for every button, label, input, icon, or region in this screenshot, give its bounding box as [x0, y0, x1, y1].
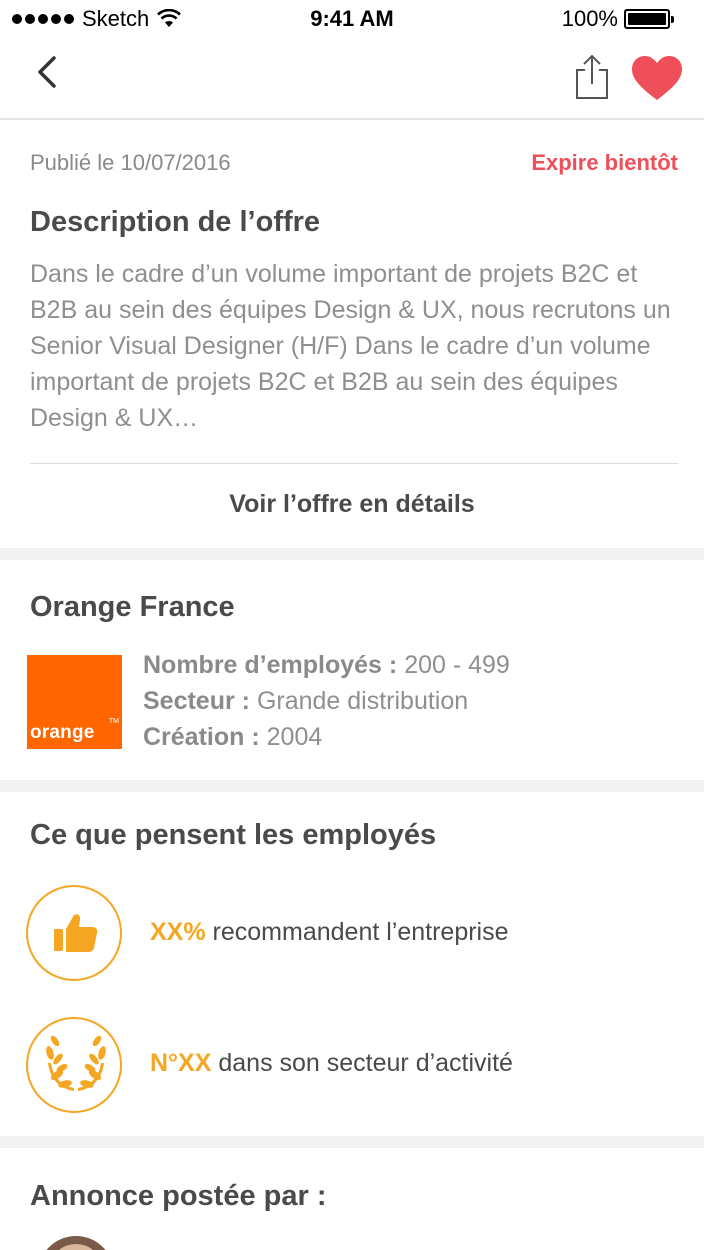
chevron-left-icon[interactable] [28, 52, 68, 96]
thumbs-up-badge [26, 885, 122, 981]
laurel-badge [26, 1017, 122, 1113]
rank-text: dans son secteur d’activité [218, 1049, 513, 1077]
employees-value: 200 - 499 [404, 651, 510, 679]
recommend-text: recommandent l’entreprise [212, 918, 509, 946]
heart-icon[interactable] [630, 54, 684, 104]
employees-label: Nombre d’employés : [143, 651, 398, 679]
rank-value: N°XX [150, 1049, 212, 1077]
recommend-stat: XX% recommandent l’entreprise [150, 918, 509, 947]
company-logo: orange TM [27, 655, 122, 749]
status-bar: Sketch 9:41 AM 100% [0, 0, 704, 40]
rank-stat: N°XX dans son secteur d’activité [150, 1049, 513, 1078]
published-date: Publié le 10/07/2016 [30, 150, 231, 175]
battery-percent: 100% [561, 6, 618, 31]
laurel-icon [46, 1035, 106, 1091]
section-separator [0, 548, 704, 560]
employees-opinion-title: Ce que pensent les employés [30, 819, 437, 851]
expire-badge: Expire bientôt [531, 150, 678, 175]
thumbs-up-icon [54, 914, 98, 952]
section-separator [0, 1136, 704, 1148]
divider [30, 463, 678, 464]
view-details-button[interactable]: Voir l’offre en détails [0, 490, 704, 519]
company-creation: Création : 2004 [143, 723, 322, 752]
navigation-bar [0, 40, 704, 120]
section-separator [0, 780, 704, 792]
employees-count: Nombre d’employés : 200 - 499 [143, 651, 510, 680]
creation-value: 2004 [266, 723, 323, 751]
logo-text: orange [30, 722, 95, 743]
company-sector: Secteur : Grande distribution [143, 687, 468, 716]
avatar[interactable] [38, 1236, 114, 1250]
sector-label: Secteur : [143, 687, 250, 715]
sector-value: Grande distribution [256, 687, 469, 715]
battery-group: 100% [561, 6, 674, 32]
posted-by-title: Annonce postée par : [30, 1180, 327, 1212]
creation-label: Création : [143, 723, 260, 751]
share-icon[interactable] [572, 52, 612, 102]
logo-trademark: TM [108, 718, 119, 725]
recommend-value: XX% [150, 918, 206, 946]
battery-icon [624, 9, 674, 29]
description-title: Description de l’offre [30, 206, 321, 238]
description-text: Dans le cadre d’un volume important de p… [30, 260, 671, 432]
company-name: Orange France [30, 591, 235, 623]
